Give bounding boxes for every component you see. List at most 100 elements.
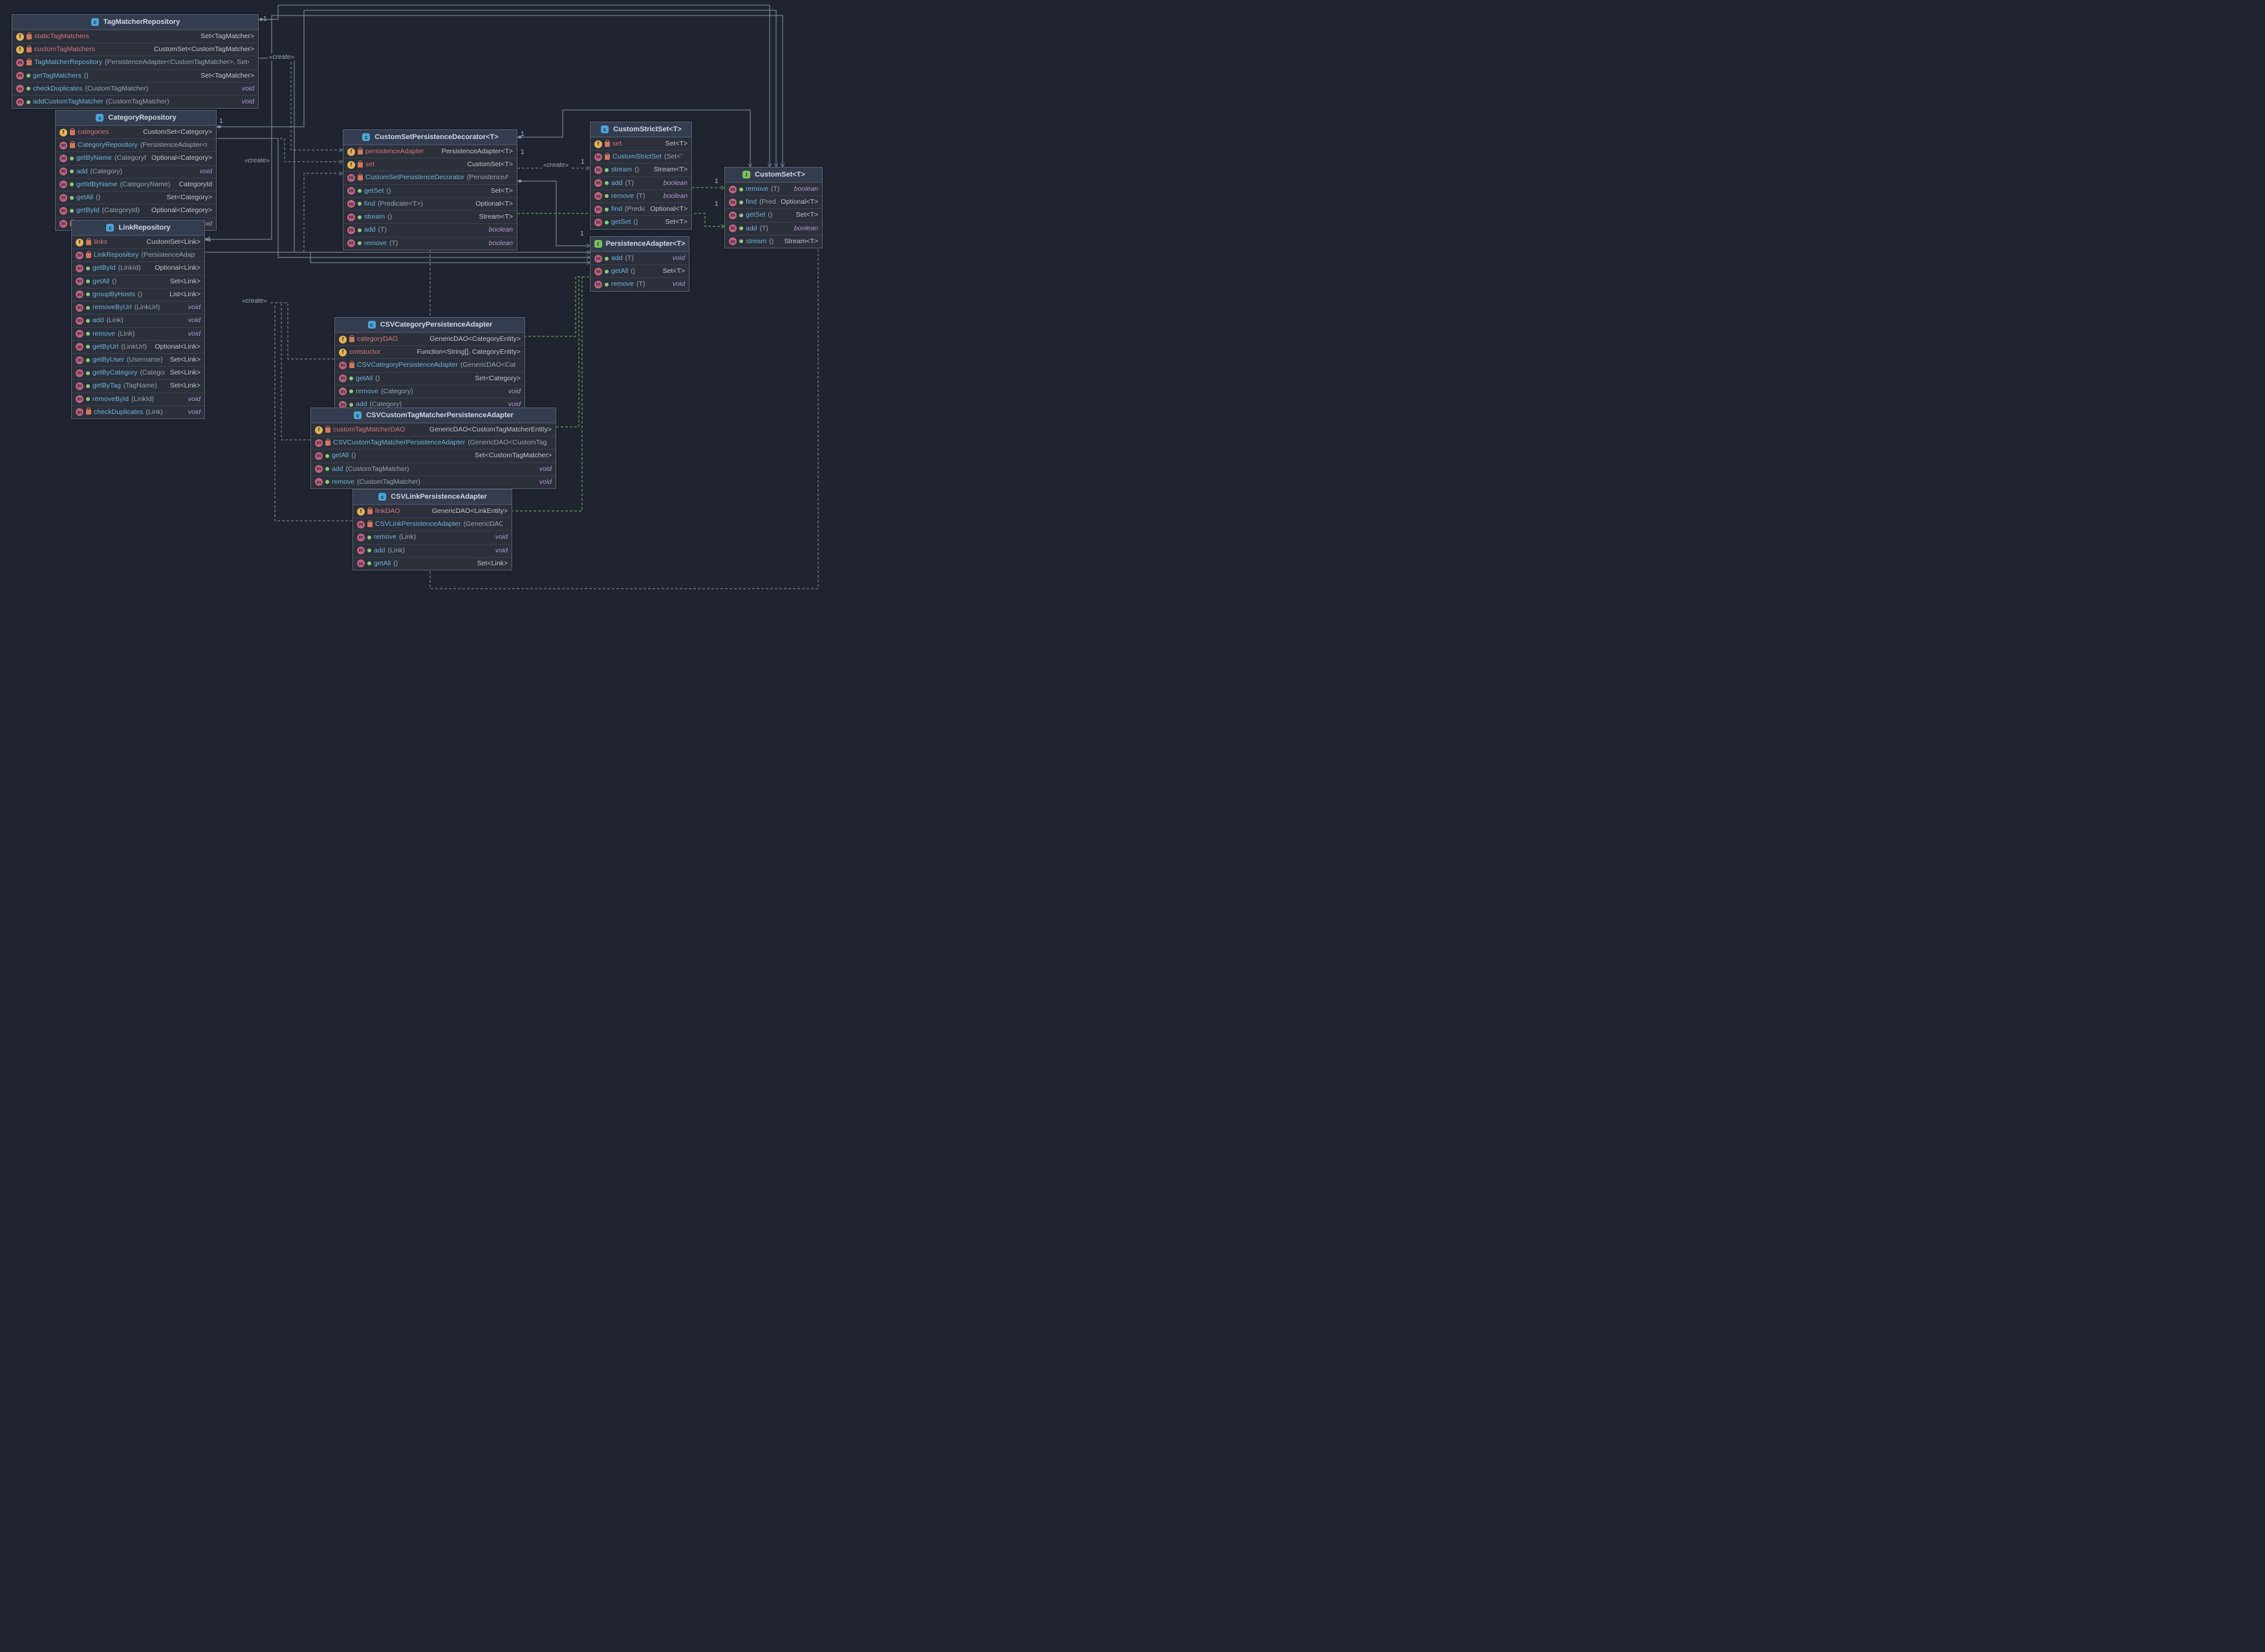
field-row[interactable]: fcategoryDAOGenericDAO<CategoryEntity> [335, 332, 525, 345]
class-title-text: CSVLinkPersistenceAdapter [391, 493, 487, 501]
member-params: (Predicate<T>) [378, 199, 423, 209]
method-row[interactable]: mCSVLinkPersistenceAdapter(GenericDAO<Li… [353, 517, 512, 530]
method-row[interactable]: mremove(CustomTagMatcher)void [311, 475, 556, 488]
public-dot-icon [86, 371, 90, 375]
method-row[interactable]: mgetAll()Set<Category> [56, 191, 216, 204]
method-row[interactable]: madd(T)boolean [725, 222, 822, 235]
class-customsetpersistencedecorator[interactable]: cCustomSetPersistenceDecorator<T>fpersis… [343, 129, 517, 250]
class-categoryrepository[interactable]: cCategoryRepositoryfcategoriesCustomSet<… [55, 110, 217, 231]
member-type: Set<T> [666, 140, 688, 147]
method-row[interactable]: mgetByUrl(LinkUrl)Optional<Link> [72, 340, 204, 353]
class-customstrictset[interactable]: cCustomStrictSet<T>fsetSet<T>mCustomStri… [590, 122, 692, 230]
method-row[interactable]: mgetSet()Set<T> [591, 215, 691, 228]
interface-persistenceadapter[interactable]: IPersistenceAdapter<T>madd(T)voidmgetAll… [590, 236, 689, 292]
method-row[interactable]: mgetAll()Set<T> [591, 265, 689, 277]
field-row[interactable]: fcustomTagMatcherDAOGenericDAO<CustomTag… [311, 423, 556, 436]
method-row[interactable]: mCategoryRepository(PersistenceAdapter<C… [56, 138, 216, 151]
method-row[interactable]: mstream()Stream<T> [343, 210, 517, 223]
method-row[interactable]: mgetAll()Set<CustomTagMatcher> [311, 449, 556, 462]
field-row[interactable]: fsetSet<T> [591, 137, 691, 150]
method-row[interactable]: mgetAll()Set<Link> [353, 557, 512, 570]
method-row[interactable]: mstream()Stream<T> [725, 235, 822, 248]
class-csvcategorypersistenceadapter[interactable]: cCSVCategoryPersistenceAdapterfcategoryD… [334, 317, 525, 411]
field-row[interactable]: fpersistenceAdapterPersistenceAdapter<T> [343, 145, 517, 158]
method-row[interactable]: mgetByTag(TagName)Set<Link> [72, 379, 204, 392]
method-row[interactable]: madd(Link)void [353, 544, 512, 557]
member-params: (Predicate<T>) [625, 204, 645, 214]
method-icon: m [339, 375, 347, 382]
method-row[interactable]: madd(CustomTagMatcher)void [311, 462, 556, 475]
method-row[interactable]: mTagMatcherRepository(PersistenceAdapter… [12, 56, 258, 69]
method-row[interactable]: mremoveById(LinkId)void [72, 393, 204, 406]
member-params: (PersistenceAdapter<Category>) [140, 140, 207, 150]
method-row[interactable]: madd(T)boolean [343, 223, 517, 236]
method-icon: m [76, 356, 83, 364]
lock-icon [27, 60, 32, 65]
method-row[interactable]: mCSVCategoryPersistenceAdapter(GenericDA… [335, 358, 525, 371]
method-row[interactable]: mremove(T)boolean [343, 237, 517, 250]
method-row[interactable]: mgetSet()Set<T> [725, 208, 822, 221]
field-row[interactable]: fstaticTagMatchersSet<TagMatcher> [12, 30, 258, 43]
field-row[interactable]: flinkDAOGenericDAO<LinkEntity> [353, 505, 512, 517]
method-row[interactable]: mremoveByUrl(LinkUrl)void [72, 301, 204, 314]
method-row[interactable]: mgetByName(CategoryName)Optional<Categor… [56, 151, 216, 164]
class-csvlinkpersistenceadapter[interactable]: cCSVLinkPersistenceAdapterflinkDAOGeneri… [352, 489, 512, 571]
public-dot-icon [739, 188, 743, 191]
field-row[interactable]: flinksCustomSet<Link> [72, 235, 204, 248]
method-row[interactable]: madd(T)void [591, 252, 689, 265]
member-name: CustomStrictSet [612, 152, 662, 162]
member-name: removeByUrl [92, 303, 132, 312]
field-row[interactable]: fcustomTagMatchersCustomSet<CustomTagMat… [12, 43, 258, 56]
method-row[interactable]: mremove(T)boolean [725, 182, 822, 195]
member-name: checkDuplicates [94, 408, 143, 417]
method-row[interactable]: mgroupByHosts()List<Link> [72, 288, 204, 301]
method-row[interactable]: mremove(Link)void [72, 327, 204, 340]
field-row[interactable]: fsetCustomSet<T> [343, 158, 517, 171]
method-row[interactable]: mgetByCategory(CategoryId)Set<Link> [72, 366, 204, 379]
class-csvcustomtagmatcherpersistenceadapter[interactable]: cCSVCustomTagMatcherPersistenceAdapterfc… [310, 408, 556, 489]
interface-customset[interactable]: ICustomSet<T>mremove(T)booleanmfind(Pred… [724, 167, 823, 248]
member-type: Set<Category> [166, 193, 212, 201]
method-row[interactable]: madd(Link)void [72, 314, 204, 327]
method-row[interactable]: mCustomSetPersistenceDecorator(Persisten… [343, 171, 517, 184]
public-dot-icon [349, 403, 353, 407]
method-icon: m [60, 220, 67, 228]
method-row[interactable]: mremove(Link)void [353, 530, 512, 543]
method-row[interactable]: madd(Category)void [56, 165, 216, 178]
method-row[interactable]: mgetSet()Set<T> [343, 184, 517, 197]
method-row[interactable]: mCustomStrictSet(Set<T>) [591, 150, 691, 163]
method-row[interactable]: mcheckDuplicates(CustomTagMatcher)void [12, 82, 258, 95]
method-row[interactable]: mgetById(LinkId)Optional<Link> [72, 261, 204, 274]
method-row[interactable]: mgetByUser(Username)Set<Link> [72, 353, 204, 366]
method-row[interactable]: mstream()Stream<T> [591, 163, 691, 176]
method-row[interactable]: madd(T)boolean [591, 177, 691, 190]
member-type: void [508, 387, 521, 395]
member-params: (T) [625, 179, 634, 188]
method-row[interactable]: mremove(Category)void [335, 385, 525, 398]
public-dot-icon [325, 454, 329, 458]
method-row[interactable]: maddCustomTagMatcher(CustomTagMatcher)vo… [12, 95, 258, 108]
method-row[interactable]: mCSVCustomTagMatcherPersistenceAdapter(G… [311, 436, 556, 449]
field-row[interactable]: fcategoriesCustomSet<Category> [56, 125, 216, 138]
method-row[interactable]: mremove(T)void [591, 277, 689, 290]
method-row[interactable]: mgetIdByName(CategoryName)CategoryId [56, 178, 216, 191]
method-row[interactable]: mfind(Predicate<T>)Optional<T> [725, 195, 822, 208]
method-row[interactable]: mcheckDuplicates(Link)void [72, 406, 204, 418]
method-row[interactable]: mgetAll()Set<Link> [72, 275, 204, 288]
field-row[interactable]: fconstuctorFunction<String[], CategoryEn… [335, 345, 525, 358]
method-row[interactable]: mgetAll()Set<Category> [335, 372, 525, 385]
class-linkrepository[interactable]: cLinkRepositoryflinksCustomSet<Link>mLin… [71, 220, 205, 419]
method-row[interactable]: mremove(T)boolean [591, 190, 691, 202]
public-dot-icon [367, 561, 371, 565]
method-row[interactable]: mgetById(CategoryId)Optional<Category> [56, 204, 216, 217]
member-params: () [633, 217, 638, 227]
method-row[interactable]: mgetTagMatchers()Set<TagMatcher> [12, 69, 258, 82]
member-type: Optional<Link> [155, 343, 200, 351]
method-icon: m [357, 547, 365, 554]
class-tagmatcherrepository[interactable]: cTagMatcherRepositoryfstaticTagMatchersS… [12, 14, 259, 109]
public-dot-icon [367, 536, 371, 539]
method-row[interactable]: mLinkRepository(PersistenceAdapter<Link>… [72, 248, 204, 261]
lock-icon [605, 155, 610, 160]
method-row[interactable]: mfind(Predicate<T>)Optional<T> [343, 197, 517, 210]
method-row[interactable]: mfind(Predicate<T>)Optional<T> [591, 202, 691, 215]
